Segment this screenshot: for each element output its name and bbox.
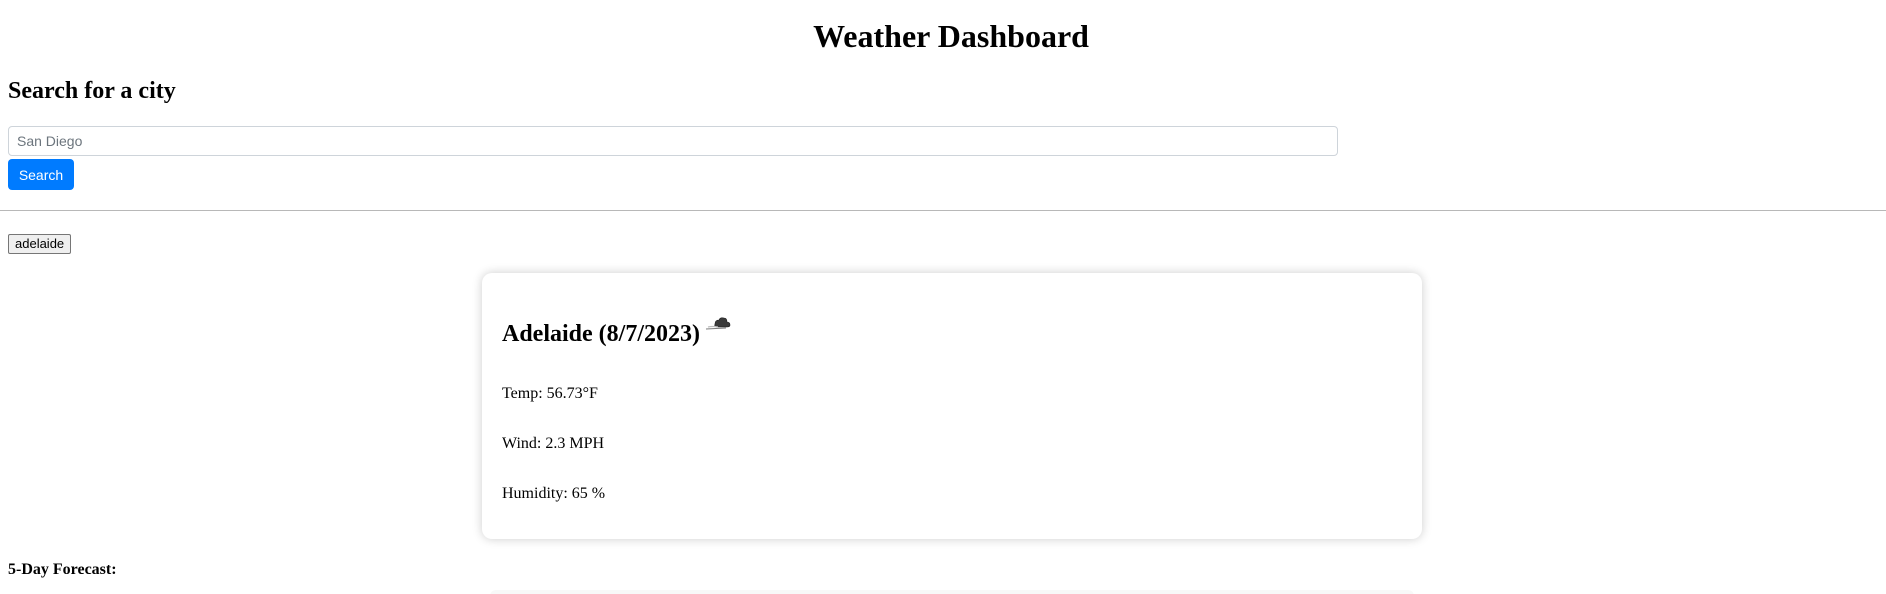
forecast-container <box>490 590 1414 594</box>
cloud-icon <box>704 313 732 333</box>
search-heading: Search for a city <box>8 78 176 104</box>
city-search-input[interactable] <box>8 126 1338 156</box>
city-date-label: Adelaide (8/7/2023) <box>502 321 700 347</box>
current-weather-card: Adelaide (8/7/2023) Temp: 56.73°F Wind: … <box>482 273 1422 539</box>
section-divider <box>0 210 1886 211</box>
weather-dashboard-page: Weather Dashboard Search for a city Sear… <box>0 0 1886 594</box>
search-button[interactable]: Search <box>8 159 74 190</box>
history-city-button[interactable]: adelaide <box>8 234 72 254</box>
wind-value: Wind: 2.3 MPH <box>502 435 605 452</box>
page-title: Weather Dashboard <box>813 18 1089 54</box>
current-weather-heading: Adelaide (8/7/2023) <box>502 317 732 348</box>
temperature-value: Temp: 56.73°F <box>502 385 598 402</box>
forecast-heading: 5-Day Forecast: <box>8 561 117 578</box>
humidity-value: Humidity: 65 % <box>502 485 606 502</box>
